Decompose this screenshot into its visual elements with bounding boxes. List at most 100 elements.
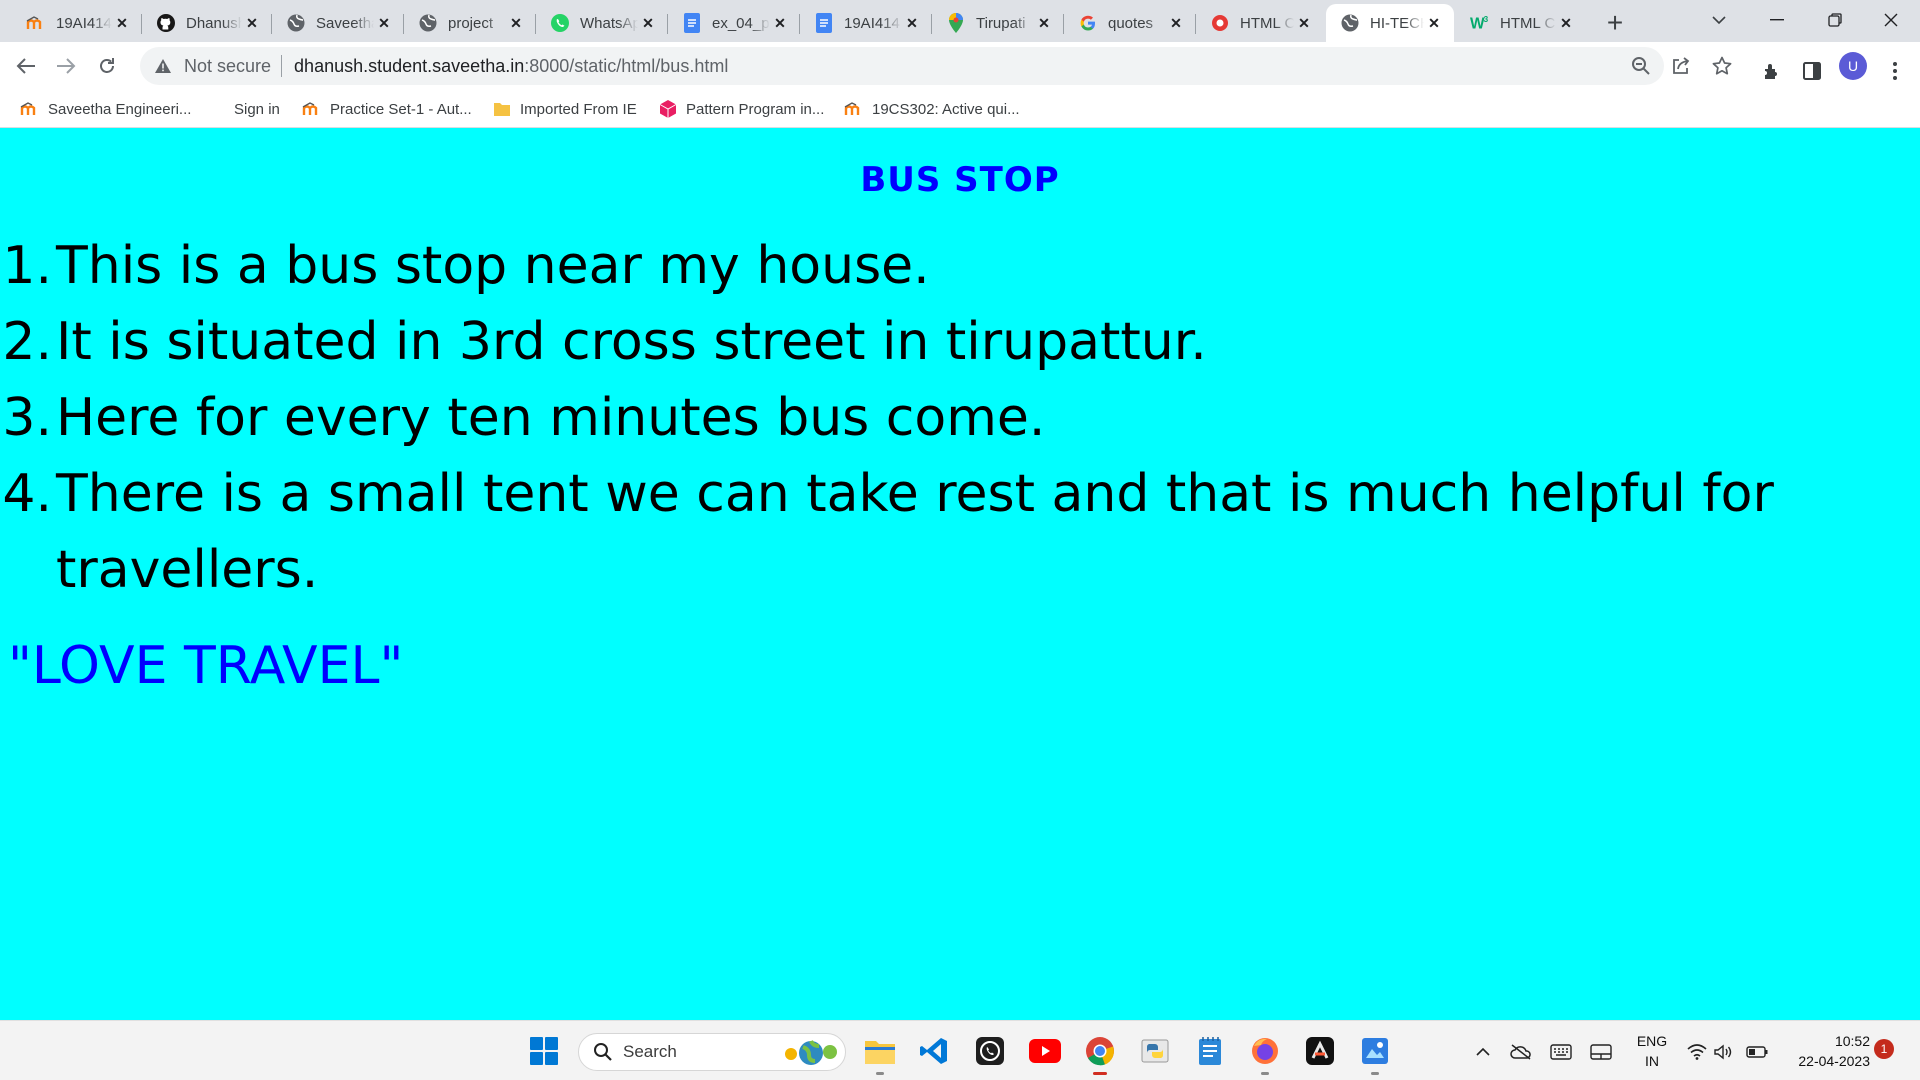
zoom-icon[interactable] [1627, 52, 1655, 80]
clock-time: 10:52 [1834, 1033, 1870, 1049]
close-window-button[interactable] [1862, 0, 1920, 40]
tab-title: quotes [1108, 14, 1154, 32]
close-tab-icon[interactable]: ✕ [1556, 13, 1576, 33]
taskbar-search[interactable]: Search [578, 1033, 846, 1071]
forward-button[interactable] [50, 50, 82, 82]
globe-illustration-icon [781, 1037, 839, 1069]
close-tab-icon[interactable]: ✕ [1034, 13, 1054, 33]
tab-19ai414-doc[interactable]: 19AI414 ✕ [800, 4, 932, 42]
close-tab-icon[interactable]: ✕ [1294, 13, 1314, 33]
tab-hi-tech[interactable]: HI-TECH ✕ [1326, 4, 1454, 42]
tab-project[interactable]: project ✕ [404, 4, 536, 42]
notepad-icon[interactable] [1190, 1031, 1230, 1071]
reload-button[interactable] [91, 50, 123, 82]
tab-saveetha[interactable]: Saveetha ✕ [272, 4, 404, 42]
whatsapp-icon [550, 13, 570, 33]
arc-app-icon[interactable] [1300, 1031, 1340, 1071]
close-tab-icon[interactable]: ✕ [1166, 13, 1186, 33]
globe-icon [418, 13, 438, 33]
profile-avatar[interactable]: U [1839, 52, 1867, 80]
menu-icon[interactable] [1880, 56, 1910, 86]
search-placeholder: Search [623, 1042, 677, 1061]
tab-whatsapp[interactable]: WhatsApp ✕ [536, 4, 668, 42]
touchpad-icon[interactable] [1588, 1039, 1614, 1065]
chrome-icon[interactable] [1080, 1031, 1120, 1075]
bookmark-19cs302[interactable]: 19CS302: Active qui... [844, 96, 1020, 122]
whatsapp-app-icon[interactable] [970, 1031, 1010, 1071]
wifi-icon[interactable] [1684, 1039, 1710, 1065]
tab-quotes[interactable]: quotes ✕ [1064, 4, 1196, 42]
bookmark-saveetha[interactable]: Saveetha Engineeri... [20, 96, 191, 122]
tab-title: Dhanush [186, 14, 242, 32]
restore-button[interactable] [1806, 0, 1864, 40]
moodle-icon [844, 99, 864, 119]
maps-icon [946, 13, 966, 33]
bookmark-star-icon[interactable] [1708, 52, 1736, 80]
tab-search-chevron-icon[interactable] [1690, 0, 1748, 40]
vscode-icon[interactable] [914, 1031, 954, 1071]
moodle-icon [20, 99, 40, 119]
windows-taskbar: Search ENG IN 10:52 22-04-2023 1 [0, 1020, 1920, 1080]
list-item: 3. Here for every ten minutes bus come. [2, 380, 1816, 456]
file-explorer-icon[interactable] [860, 1031, 900, 1075]
moodle-icon [302, 99, 322, 119]
list-number: 4. [2, 464, 52, 524]
warning-icon[interactable] [154, 58, 176, 74]
tab-ex04[interactable]: ex_04_p ✕ [668, 4, 800, 42]
close-tab-icon[interactable]: ✕ [506, 13, 526, 33]
address-bar[interactable]: Not secure dhanush.student.saveetha.in:8… [140, 47, 1664, 85]
paint-icon[interactable] [1355, 1031, 1395, 1075]
tab-html-c[interactable]: HTML C ✕ [1196, 4, 1324, 42]
notification-badge[interactable]: 1 [1874, 1039, 1894, 1059]
divider [281, 55, 283, 77]
volume-icon[interactable] [1710, 1039, 1736, 1065]
close-tab-icon[interactable]: ✕ [638, 13, 658, 33]
python-idle-icon[interactable] [1135, 1031, 1175, 1071]
clock-date: 22-04-2023 [1798, 1053, 1870, 1069]
youtube-icon[interactable] [1025, 1031, 1065, 1071]
new-tab-button[interactable]: + [1598, 6, 1632, 40]
tab-title: 19AI414 [56, 14, 112, 32]
region-code: IN [1645, 1053, 1659, 1069]
side-panel-icon[interactable] [1797, 56, 1827, 86]
bookmark-label: Pattern Program in... [686, 100, 825, 118]
tab-title: project [448, 14, 494, 32]
show-hidden-icons-chevron[interactable] [1470, 1039, 1496, 1065]
close-tab-icon[interactable]: ✕ [902, 13, 922, 33]
security-status[interactable]: Not secure [184, 56, 271, 77]
globe-icon [286, 13, 306, 33]
list-item-text: It is situated in 3rd cross street in ti… [56, 312, 1207, 372]
onedrive-offline-icon[interactable] [1508, 1039, 1534, 1065]
close-tab-icon[interactable]: ✕ [1424, 13, 1444, 33]
battery-icon[interactable] [1744, 1039, 1770, 1065]
close-tab-icon[interactable]: ✕ [374, 13, 394, 33]
share-icon[interactable] [1667, 52, 1695, 80]
language-indicator[interactable]: ENG IN [1634, 1031, 1670, 1071]
bookmark-practice-set[interactable]: Practice Set-1 - Aut... [302, 96, 472, 122]
start-button[interactable] [524, 1031, 564, 1071]
system-clock[interactable]: 10:52 22-04-2023 [1780, 1031, 1870, 1071]
keyboard-icon[interactable] [1548, 1039, 1574, 1065]
close-tab-icon[interactable]: ✕ [770, 13, 790, 33]
tab-title: Saveetha [316, 14, 374, 32]
back-button[interactable] [10, 50, 42, 82]
extensions-icon[interactable] [1757, 56, 1787, 86]
minimize-button[interactable] [1748, 0, 1806, 40]
bookmark-pattern-program[interactable]: Pattern Program in... [658, 96, 824, 122]
tab-19ai414[interactable]: 19AI414 ✕ [12, 4, 142, 42]
google-icon [1078, 13, 1098, 33]
tab-tirupati[interactable]: Tirupati ✕ [932, 4, 1064, 42]
list-number: 2. [2, 312, 52, 372]
tab-github[interactable]: Dhanush ✕ [142, 4, 272, 42]
close-tab-icon[interactable]: ✕ [242, 13, 262, 33]
bookmark-sign-in[interactable]: Sign in [234, 96, 280, 122]
bookmark-imported-from-ie[interactable]: Imported From IE [492, 96, 637, 122]
language-code: ENG [1636, 1033, 1668, 1049]
svg-text:3: 3 [1484, 15, 1489, 24]
list-item: 2. It is situated in 3rd cross street in … [2, 304, 1816, 380]
firefox-icon[interactable] [1245, 1031, 1285, 1075]
close-tab-icon[interactable]: ✕ [112, 13, 132, 33]
tab-html-w3[interactable]: W3 HTML C ✕ [1456, 4, 1586, 42]
folder-icon [492, 99, 512, 119]
docs-icon [682, 13, 702, 33]
